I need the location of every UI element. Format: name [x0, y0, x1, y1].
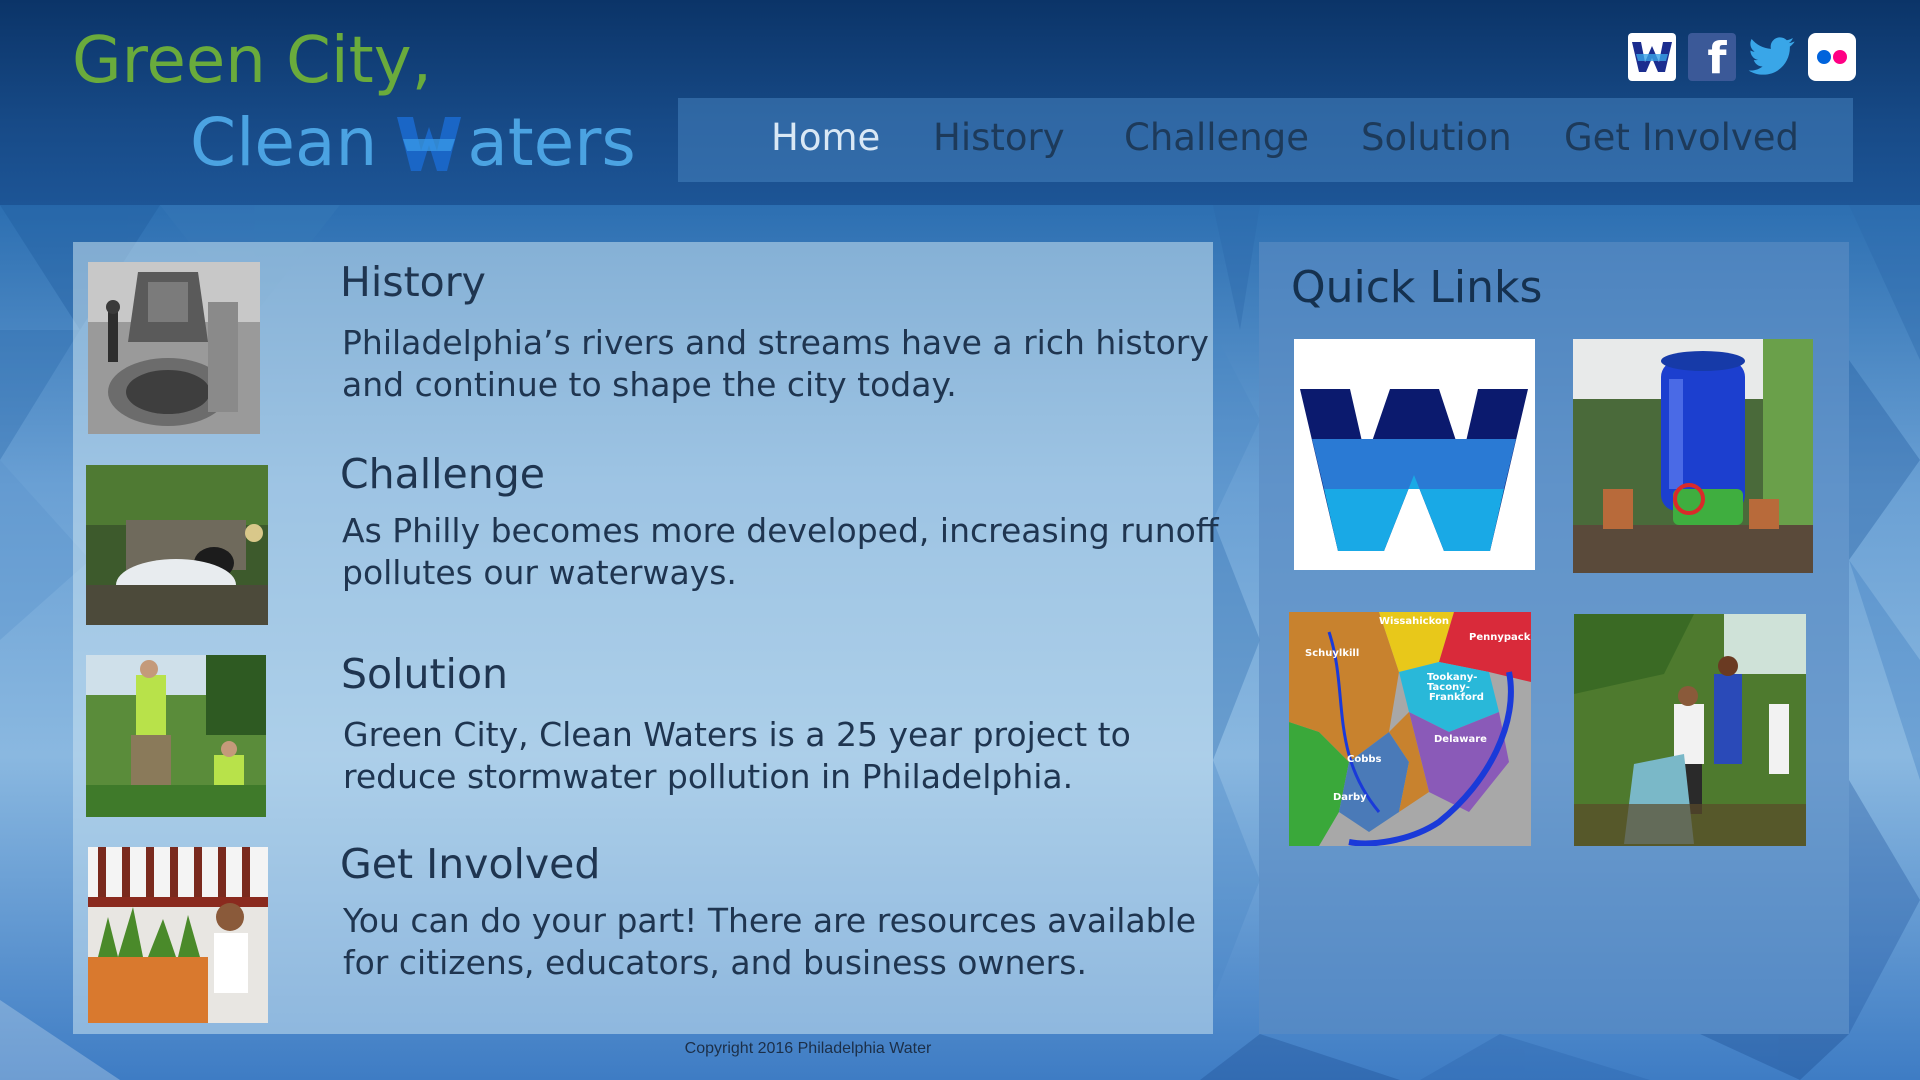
facebook-icon[interactable]: f — [1688, 33, 1736, 81]
rain-barrel-tile[interactable] — [1573, 339, 1813, 573]
nav-solution[interactable]: Solution — [1361, 116, 1512, 159]
topic-history-description: Philadelphia’s rivers and streams have a… — [342, 323, 1209, 404]
topic-solution-title[interactable]: Solution — [341, 650, 508, 698]
map-label-wissahickon: Wissahickon — [1379, 616, 1449, 627]
watershed-map-tile[interactable]: Wissahickon Pennypack Schuylkill Tookany… — [1289, 612, 1531, 846]
map-label-pennypack: Pennypack — [1469, 632, 1531, 643]
logo-clean-text: Clean — [190, 104, 378, 181]
nav-challenge[interactable]: Challenge — [1124, 116, 1309, 159]
nav-get-involved[interactable]: Get Involved — [1564, 116, 1799, 159]
nav-history[interactable]: History — [933, 116, 1065, 159]
topic-solution-description: Green City, Clean Waters is a 25 year pr… — [343, 715, 1131, 796]
map-label-schuylkill: Schuylkill — [1305, 648, 1359, 659]
map-label-delaware: Delaware — [1434, 734, 1487, 745]
topic-get-involved-description: You can do your part! There are resource… — [343, 901, 1197, 982]
quick-links-title: Quick Links — [1291, 262, 1543, 313]
logo-line-clean-waters: Clean aters — [190, 104, 636, 187]
main-nav: Home History Challenge Solution Get Invo… — [678, 98, 1853, 182]
pwd-logo-tile[interactable] — [1294, 339, 1535, 570]
map-label-darby: Darby — [1333, 792, 1367, 803]
twitter-icon[interactable] — [1748, 33, 1796, 81]
history-photo[interactable] — [88, 262, 260, 434]
social-links: f — [1628, 33, 1856, 81]
challenge-photo[interactable] — [86, 465, 268, 625]
cleanup-volunteers-tile[interactable] — [1574, 614, 1806, 846]
topic-history-title[interactable]: History — [340, 258, 486, 306]
map-label-frankford: Frankford — [1429, 692, 1484, 703]
nav-home[interactable]: Home — [771, 116, 880, 159]
logo-aters-text: aters — [467, 104, 636, 181]
copyright-text: Copyright 2016 Philadelphia Water — [684, 1040, 932, 1057]
facebook-glyph: f — [1707, 33, 1727, 81]
get-involved-photo[interactable] — [88, 847, 268, 1023]
flickr-icon[interactable] — [1808, 33, 1856, 81]
solution-photo[interactable] — [86, 655, 266, 817]
topic-challenge-description: As Philly becomes more developed, increa… — [342, 511, 1219, 592]
topic-challenge-title[interactable]: Challenge — [340, 450, 545, 498]
logo-w-icon — [397, 110, 462, 187]
pwd-w-icon[interactable] — [1628, 33, 1676, 81]
logo-line-green: Green City, — [72, 24, 432, 98]
map-label-cobbs: Cobbs — [1347, 754, 1382, 765]
topic-get-involved-title[interactable]: Get Involved — [340, 840, 600, 888]
